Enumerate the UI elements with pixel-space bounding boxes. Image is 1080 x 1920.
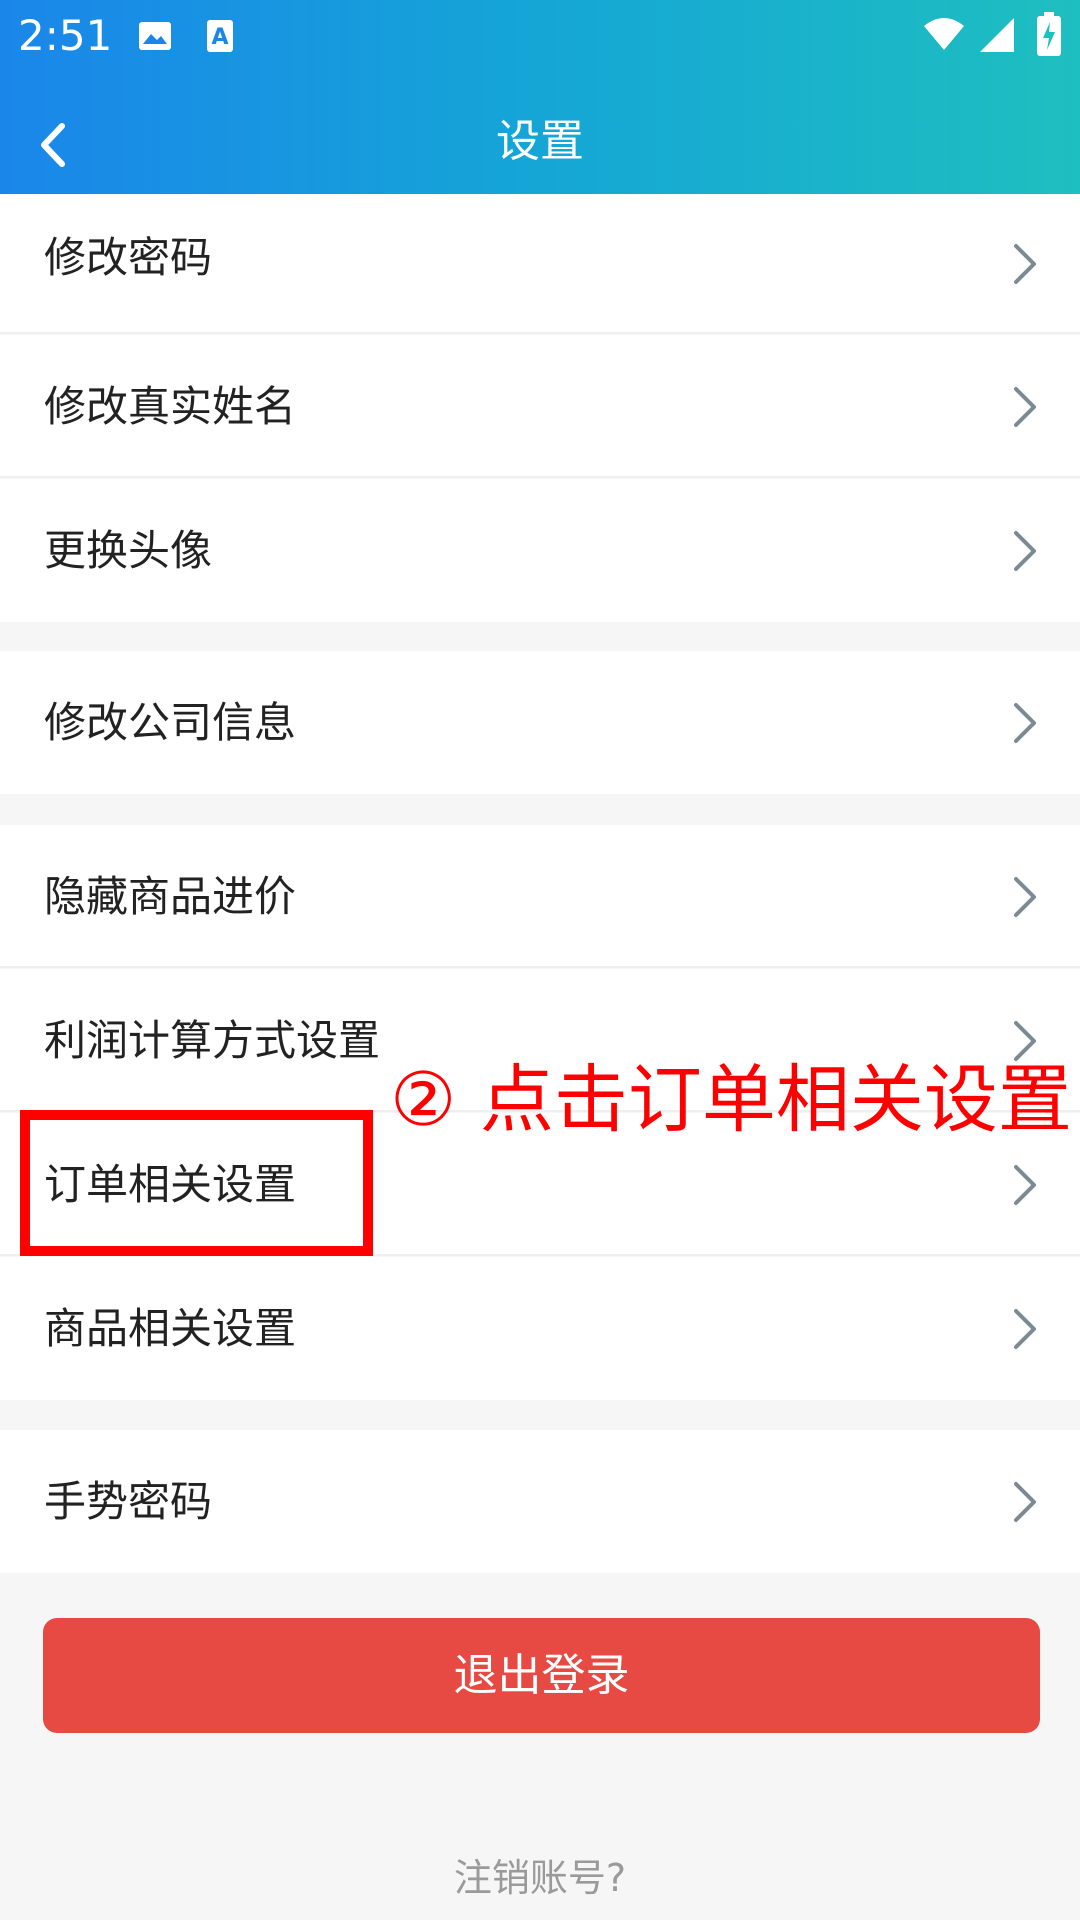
setting-hide-purchase-price[interactable]: 隐藏商品进价 xyxy=(0,825,1080,968)
setting-label: 修改密码 xyxy=(44,233,213,283)
chevron-right-icon xyxy=(1014,1481,1036,1522)
page-title: 设置 xyxy=(496,116,584,167)
setting-label: 商品相关设置 xyxy=(44,1303,297,1353)
setting-gesture-password[interactable]: 手势密码 xyxy=(0,1430,1080,1573)
setting-change-password[interactable]: 修改密码 xyxy=(0,194,1080,334)
image-icon xyxy=(139,22,171,50)
cancel-account-link[interactable]: 注销账号? xyxy=(0,1853,1080,1903)
chevron-right-icon xyxy=(1014,1164,1036,1205)
chevron-right-icon xyxy=(1014,530,1036,571)
setting-change-company-info[interactable]: 修改公司信息 xyxy=(0,651,1080,794)
annotation-text: ② 点击订单相关设置 xyxy=(390,1057,1072,1143)
setting-label: 利润计算方式设置 xyxy=(44,1015,381,1065)
chevron-right-icon xyxy=(1014,702,1036,743)
setting-change-real-name[interactable]: 修改真实姓名 xyxy=(0,335,1080,478)
signal-icon xyxy=(980,18,1014,52)
app-header: 2:51 A 设置 xyxy=(0,0,1080,222)
setting-label: 手势密码 xyxy=(44,1476,213,1526)
wifi-icon xyxy=(924,18,964,50)
status-time: 2:51 xyxy=(18,11,113,60)
annotation-highlight-box xyxy=(20,1110,373,1256)
logout-button[interactable]: 退出登录 xyxy=(43,1618,1040,1733)
setting-product-related[interactable]: 商品相关设置 xyxy=(0,1257,1080,1400)
chevron-right-icon xyxy=(1014,1308,1036,1349)
chevron-right-icon xyxy=(1014,876,1036,917)
settings-screen: 2:51 A 设置 修改密码 修改真实姓名 更换头像 修改公司信息 隐藏商品进价… xyxy=(0,0,1080,1920)
setting-label: 修改真实姓名 xyxy=(44,381,297,431)
chevron-right-icon xyxy=(1014,244,1036,284)
setting-change-avatar[interactable]: 更换头像 xyxy=(0,479,1080,622)
svg-text:A: A xyxy=(211,25,228,50)
setting-label: 修改公司信息 xyxy=(44,697,297,747)
setting-label: 更换头像 xyxy=(44,525,213,575)
text-app-icon: A xyxy=(207,20,233,52)
battery-charging-icon xyxy=(1037,12,1061,56)
chevron-right-icon xyxy=(1014,386,1036,427)
setting-label: 隐藏商品进价 xyxy=(44,871,297,921)
